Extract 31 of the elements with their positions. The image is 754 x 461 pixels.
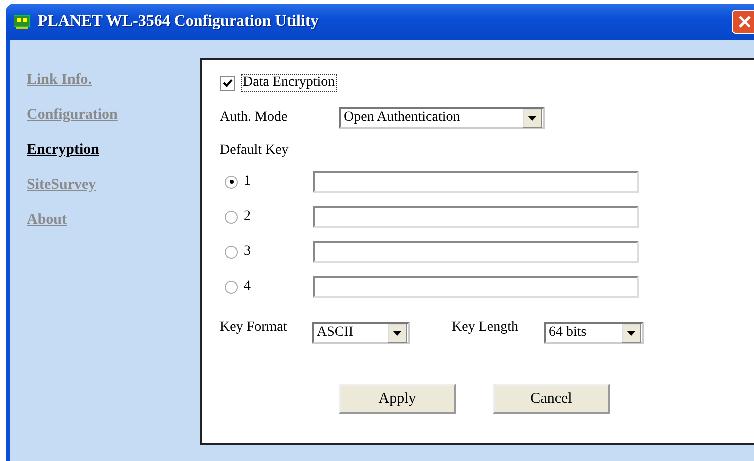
radio-button[interactable] [225,176,238,188]
section-label: Default Key [220,143,289,159]
caret-icon [393,330,402,336]
auth-mode-dropdown[interactable]: Open Authentication [339,107,545,129]
key-input-field[interactable] [313,276,639,298]
radio-button[interactable] [225,210,238,224]
checkbox-label: Data Encryption [241,74,338,92]
field-label: Auth. Mode [220,110,289,126]
close-icon [738,15,752,29]
apply-button[interactable]: Apply [339,384,456,414]
window-title: PLANET WL-3564 Configuration Utility [38,13,320,31]
caret-icon [528,116,537,120]
key-input-field[interactable] [313,241,639,263]
key-format-dropdown[interactable]: ASCII [312,322,410,344]
close-button[interactable] [732,10,754,34]
network-card-icon [14,15,32,29]
radio-label: 4 [244,279,251,295]
cancel-button[interactable]: Cancel [493,384,610,414]
radio-button[interactable] [225,280,238,294]
field-label: Key Length [452,320,520,336]
radio-label: 2 [244,209,251,225]
radio-label: 3 [244,244,251,260]
field-label: Key Format [220,320,288,336]
key-input-field[interactable] [313,171,639,193]
nav-link[interactable]: Encryption [27,142,100,159]
radio-label: 1 [244,174,251,190]
checkbox[interactable] [220,76,235,90]
radio-button[interactable] [225,246,238,258]
caret-icon [627,330,636,336]
key-length-dropdown[interactable]: 64 bits [544,322,644,344]
key-input-field[interactable] [313,206,639,228]
